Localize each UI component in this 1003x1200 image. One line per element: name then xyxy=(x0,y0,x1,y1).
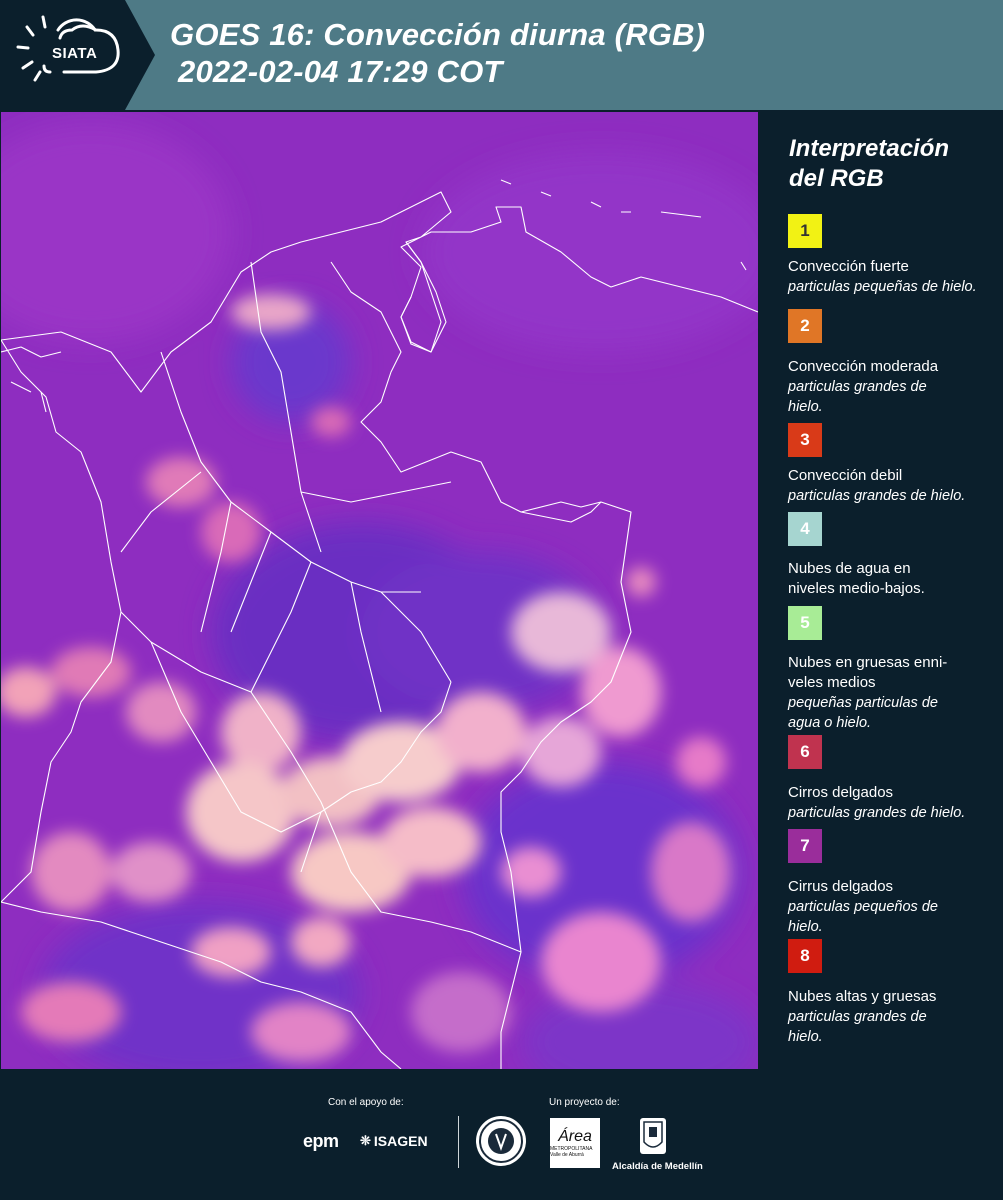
legend-item-3: 3 Convección debil particulas grandes de… xyxy=(788,423,998,506)
area-text: Área xyxy=(558,1128,592,1145)
support-label: Con el apoyo de: xyxy=(328,1097,404,1108)
legend-number: 2 xyxy=(800,316,810,335)
legend-item-title: Cirros delgados xyxy=(788,784,894,801)
alcaldia-text: Alcaldía de Medellín xyxy=(612,1161,703,1172)
university-seal-icon xyxy=(476,1116,526,1166)
satellite-map[interactable] xyxy=(1,112,758,1069)
legend-number: 4 xyxy=(800,519,810,538)
area-subtext: METROPOLITANA Valle de Aburrá xyxy=(550,1146,593,1158)
legend-item-title: Cirrus delgados xyxy=(788,878,894,895)
legend-item-4: 4 Nubes de agua en niveles medio-bajos. xyxy=(788,512,998,599)
logo-panel: SIATA xyxy=(0,0,155,110)
legend-title: Interpretación del RGB xyxy=(789,134,949,194)
legend-swatch-6: 6 xyxy=(788,735,822,769)
legend-number: 1 xyxy=(800,221,810,240)
legend-item-title: Convección debil xyxy=(788,467,903,484)
legend-item-title: Nubes altas y gruesas xyxy=(788,988,937,1005)
footer-divider xyxy=(458,1116,459,1168)
legend-item-6: 6 Cirros delgados particulas grandes de … xyxy=(788,735,998,823)
legend-item-title: Nubes en gruesas enni-veles medios xyxy=(788,654,948,691)
legend-number: 5 xyxy=(800,613,810,632)
legend-swatch-2: 2 xyxy=(788,309,822,343)
legend-panel: Interpretación del RGB 1 Convección fuer… xyxy=(760,110,1003,1070)
legend-number: 3 xyxy=(800,430,810,449)
isagen-logo: ❊ ISAGEN xyxy=(360,1133,428,1149)
legend-item-1: 1 Convección fuerte particulas pequeñas … xyxy=(788,214,998,297)
header-bar: SIATA GOES 16: Convección diurna (RGB) 2… xyxy=(0,0,1003,110)
legend-item-8: 8 Nubes altas y gruesas particulas grand… xyxy=(788,939,998,1047)
legend-number: 6 xyxy=(800,742,810,761)
legend-item-desc: particulas pequeños de hielo. xyxy=(788,899,938,935)
legend-item-desc: particulas grandes de hielo. xyxy=(788,379,927,415)
legend-item-desc: particulas grandes de hielo. xyxy=(788,805,966,821)
legend-item-desc: particulas grandes de hielo. xyxy=(788,488,966,504)
legend-swatch-5: 5 xyxy=(788,606,822,640)
page-title: GOES 16: Convección diurna (RGB) 2022-02… xyxy=(170,16,705,90)
legend-swatch-1: 1 xyxy=(788,214,822,248)
legend-title-line-1: Interpretación xyxy=(789,135,950,162)
legend-title-line-2: del RGB xyxy=(789,165,884,192)
title-line-1: GOES 16: Convección diurna (RGB) xyxy=(170,17,706,52)
footer: Con el apoyo de: Un proyecto de: epm ❊ I… xyxy=(0,1070,1003,1200)
legend-item-title: Nubes de agua en niveles medio-bajos. xyxy=(788,560,925,597)
legend-swatch-3: 3 xyxy=(788,423,822,457)
isagen-icon: ❊ xyxy=(360,1133,371,1148)
legend-item-title: Convección moderada xyxy=(788,358,939,375)
legend-swatch-7: 7 xyxy=(788,829,822,863)
epm-logo: epm xyxy=(303,1131,339,1152)
logo-text: SIATA xyxy=(52,45,98,62)
legend-item-desc: particulas pequeñas de hielo. xyxy=(788,279,977,295)
legend-item-2: 2 Convección moderada particulas grandes… xyxy=(788,309,998,417)
legend-number: 7 xyxy=(800,836,810,855)
project-label: Un proyecto de: xyxy=(549,1097,620,1108)
legend-item-7: 7 Cirrus delgados particulas pequeños de… xyxy=(788,829,998,937)
alcaldia-shield-icon xyxy=(640,1118,666,1154)
legend-item-desc: pequeñas particulas de agua o hielo. xyxy=(788,695,938,731)
legend-item-title: Convección fuerte xyxy=(788,258,909,275)
area-metropolitana-logo: Área METROPOLITANA Valle de Aburrá xyxy=(550,1118,600,1168)
legend-swatch-8: 8 xyxy=(788,939,822,973)
isagen-text: ISAGEN xyxy=(373,1133,428,1149)
legend-item-desc: particulas grandes de hielo. xyxy=(788,1009,927,1045)
epm-text: epm xyxy=(303,1131,339,1151)
legend-item-5: 5 Nubes en gruesas enni-veles medios peq… xyxy=(788,606,998,733)
legend-number: 8 xyxy=(800,946,810,965)
title-line-2: 2022-02-04 17:29 COT xyxy=(178,54,503,89)
legend-swatch-4: 4 xyxy=(788,512,822,546)
